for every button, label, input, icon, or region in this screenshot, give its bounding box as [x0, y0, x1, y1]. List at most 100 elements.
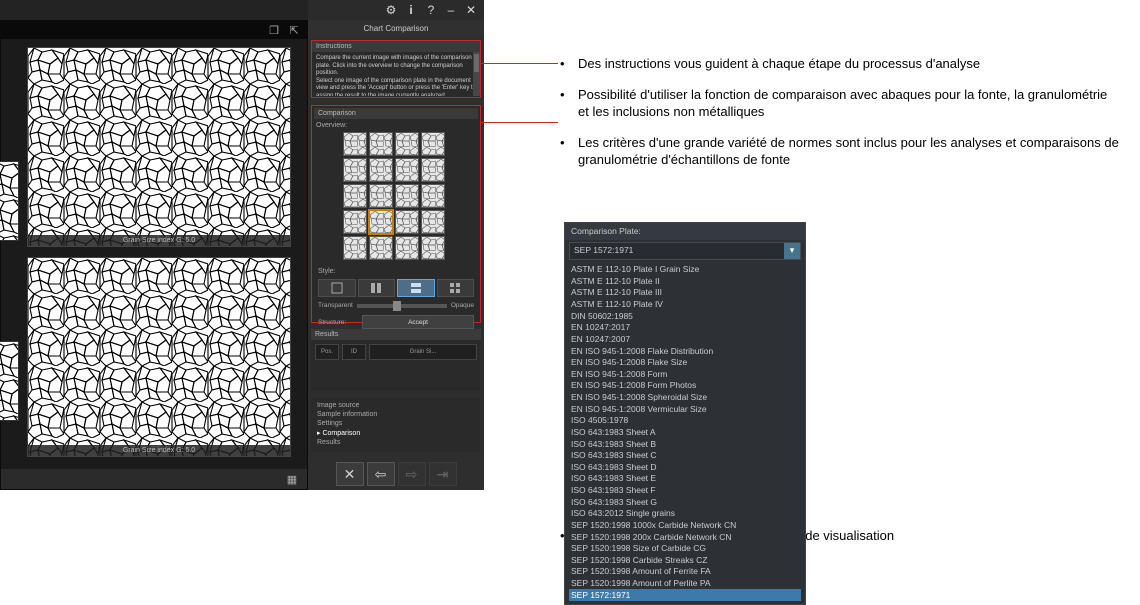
- dropdown-option[interactable]: ISO 643:1983 Sheet G: [571, 496, 799, 508]
- style-buttons: [314, 277, 478, 299]
- plate-cell[interactable]: [395, 158, 419, 182]
- plate-cell-selected[interactable]: [369, 210, 393, 234]
- info-icon[interactable]: i: [404, 3, 418, 17]
- dropdown-option[interactable]: EN ISO 945-1:2008 Flake Distribution: [571, 345, 799, 357]
- dropdown-option[interactable]: ISO 643:1983 Sheet F: [571, 485, 799, 497]
- back-button[interactable]: ⇦: [367, 462, 395, 486]
- dropdown-option[interactable]: SEP 1520:1998 Amount of Perlite PA: [571, 578, 799, 590]
- style-btn-4[interactable]: [437, 279, 475, 297]
- dropdown-option[interactable]: EN ISO 945-1:2008 Form: [571, 368, 799, 380]
- style-btn-3[interactable]: [397, 279, 435, 297]
- plate-cell[interactable]: [343, 236, 367, 260]
- minimize-icon[interactable]: –: [444, 3, 458, 17]
- plate-cell[interactable]: [421, 210, 445, 234]
- sample-image-2-caption: Grain Size index G: 5.0: [28, 445, 290, 456]
- instructions-scrollbar[interactable]: [473, 52, 480, 96]
- dropdown-option[interactable]: ISO 643:1983 Sheet B: [571, 438, 799, 450]
- overview-label: Overview:: [314, 121, 478, 132]
- dropdown-option[interactable]: ISO 643:1983 Sheet E: [571, 473, 799, 485]
- annotation-line-2: [480, 122, 558, 123]
- gear-icon[interactable]: ⚙: [384, 3, 398, 17]
- nav-item-sample-info[interactable]: Sample information: [317, 410, 475, 419]
- dropdown-option[interactable]: ASTM E 112-10 Plate III: [571, 287, 799, 299]
- plate-cell[interactable]: [421, 132, 445, 156]
- style-btn-2[interactable]: [358, 279, 396, 297]
- plate-cell[interactable]: [343, 132, 367, 156]
- results-col-grainsize[interactable]: Grain Si...: [369, 344, 477, 360]
- plate-cell[interactable]: [421, 236, 445, 260]
- strip-thumb-2[interactable]: [0, 341, 19, 421]
- help-icon[interactable]: ?: [424, 3, 438, 17]
- dropdown-option[interactable]: ISO 643:1983 Sheet A: [571, 426, 799, 438]
- plate-overview-grid[interactable]: [343, 132, 449, 260]
- dropdown-option[interactable]: SEP 1520:1998 1000x Carbide Network CN: [571, 519, 799, 531]
- nav-item-settings[interactable]: Settings: [317, 419, 475, 428]
- plate-cell[interactable]: [343, 184, 367, 208]
- nav-item-comparison[interactable]: Comparison: [317, 428, 475, 438]
- dropdown-option[interactable]: ISO 643:2012 Single grains: [571, 508, 799, 520]
- viewer-footer: ▦: [1, 469, 307, 489]
- results-col-id[interactable]: ID: [342, 344, 366, 360]
- opacity-slider[interactable]: [357, 304, 447, 308]
- dropdown-option[interactable]: ASTM E 112-10 Plate IV: [571, 299, 799, 311]
- dropdown-option[interactable]: DIN 50602:1985: [571, 310, 799, 322]
- nav-item-results[interactable]: Results: [317, 438, 475, 447]
- dropdown-select[interactable]: SEP 1572:1971 ▾: [569, 242, 801, 260]
- dropdown-option[interactable]: EN ISO 945-1:2008 Form Photos: [571, 380, 799, 392]
- window-icon[interactable]: ❐: [267, 23, 281, 37]
- dropdown-option[interactable]: ISO 643:1983 Sheet C: [571, 450, 799, 462]
- dropdown-option[interactable]: ASTM E 112-10 Plate I Grain Size: [571, 264, 799, 276]
- panel-title: Chart Comparison: [308, 20, 484, 37]
- dropdown-option[interactable]: EN ISO 945-1:2008 Flake Size: [571, 357, 799, 369]
- dropdown-option[interactable]: EN ISO 945-1:2008 Spheroidal Size: [571, 392, 799, 404]
- grid-view-icon[interactable]: ▦: [285, 472, 299, 486]
- instructions-header: Instructions: [312, 41, 480, 52]
- finish-button[interactable]: ⇥: [429, 462, 457, 486]
- forward-button[interactable]: ⇨: [398, 462, 426, 486]
- close-icon[interactable]: ✕: [464, 3, 478, 17]
- callout-1: Des instructions vous guident à chaque é…: [560, 55, 1120, 73]
- callout-3: Les critères d'une grande variété de nor…: [560, 134, 1120, 169]
- plate-cell[interactable]: [421, 158, 445, 182]
- nav-buttons: ✕ ⇦ ⇨ ⇥: [308, 462, 484, 486]
- dropdown-option[interactable]: EN 10247:2017: [571, 322, 799, 334]
- strip-thumb-1[interactable]: [0, 161, 19, 241]
- plate-cell[interactable]: [395, 236, 419, 260]
- plate-cell[interactable]: [421, 184, 445, 208]
- slider-right-label: Opaque: [451, 302, 474, 309]
- comparison-plate-dropdown: Comparison Plate: SEP 1572:1971 ▾ ASTM E…: [564, 222, 806, 605]
- sample-image-1[interactable]: Grain Size index G: 5.0: [27, 47, 291, 247]
- plate-cell[interactable]: [369, 158, 393, 182]
- structure-label: Structure:: [318, 319, 358, 326]
- dropdown-option[interactable]: SEP 1520:1998 Amount of Ferrite FA: [571, 566, 799, 578]
- dropdown-option[interactable]: EN 10247:2007: [571, 333, 799, 345]
- plate-cell[interactable]: [395, 132, 419, 156]
- sample-image-2[interactable]: Grain Size index G: 5.0: [27, 257, 291, 457]
- cancel-button[interactable]: ✕: [336, 462, 364, 486]
- dropdown-option[interactable]: SEP 1520:1998 Size of Carbide CG: [571, 543, 799, 555]
- dropdown-list[interactable]: ASTM E 112-10 Plate I Grain SizeASTM E 1…: [565, 262, 805, 604]
- dropdown-selected: SEP 1572:1971: [570, 243, 784, 258]
- dropdown-option[interactable]: SEP 1520:1998 200x Carbide Network CN: [571, 531, 799, 543]
- accept-button[interactable]: Accept: [362, 315, 474, 329]
- nav-item-image-source[interactable]: Image source: [317, 401, 475, 410]
- dropdown-option[interactable]: SEP 1572:1971: [569, 589, 801, 601]
- dropdown-option[interactable]: ISO 643:1983 Sheet D: [571, 461, 799, 473]
- chevron-down-icon[interactable]: ▾: [784, 243, 800, 259]
- side-panel: Instructions Compare the current image w…: [308, 37, 484, 490]
- plate-cell[interactable]: [369, 236, 393, 260]
- plate-cell[interactable]: [343, 210, 367, 234]
- dropdown-option[interactable]: ASTM E 112-10 Plate II: [571, 275, 799, 287]
- plate-cell[interactable]: [343, 158, 367, 182]
- image-viewer: ❐ ⇱ Grain Size index G: 5.0 Grain Size i…: [0, 20, 308, 490]
- plate-cell[interactable]: [395, 184, 419, 208]
- plate-cell[interactable]: [369, 132, 393, 156]
- collapse-icon[interactable]: ⇱: [287, 23, 301, 37]
- dropdown-option[interactable]: EN ISO 945-1:2008 Vermicular Size: [571, 403, 799, 415]
- plate-cell[interactable]: [369, 184, 393, 208]
- dropdown-option[interactable]: SEP 1520:1998 Carbide Streaks CZ: [571, 554, 799, 566]
- dropdown-option[interactable]: ISO 4505:1978: [571, 415, 799, 427]
- style-btn-1[interactable]: [318, 279, 356, 297]
- plate-cell[interactable]: [395, 210, 419, 234]
- results-col-pos[interactable]: Pos.: [315, 344, 339, 360]
